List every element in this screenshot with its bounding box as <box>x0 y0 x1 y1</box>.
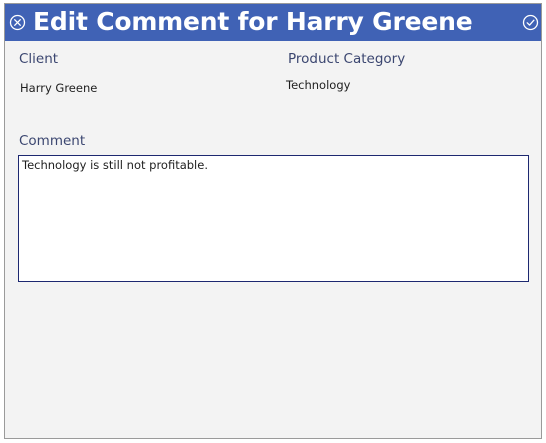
comment-input[interactable]: Technology is still not profitable. <box>18 155 529 282</box>
client-value: Harry Greene <box>20 81 98 95</box>
title-bar: Edit Comment for Harry Greene <box>5 4 541 41</box>
product-category-label: Product Category <box>288 51 406 67</box>
submit-button[interactable] <box>522 14 539 31</box>
edit-comment-form: Edit Comment for Harry Greene Client Har… <box>4 3 542 439</box>
check-circle-icon <box>522 14 539 31</box>
client-label: Client <box>19 51 59 67</box>
product-category-value: Technology <box>286 78 351 92</box>
comment-label: Comment <box>19 133 86 149</box>
cancel-button[interactable] <box>9 14 26 31</box>
form-title: Edit Comment for Harry Greene <box>33 7 473 36</box>
close-circle-icon <box>9 14 26 31</box>
